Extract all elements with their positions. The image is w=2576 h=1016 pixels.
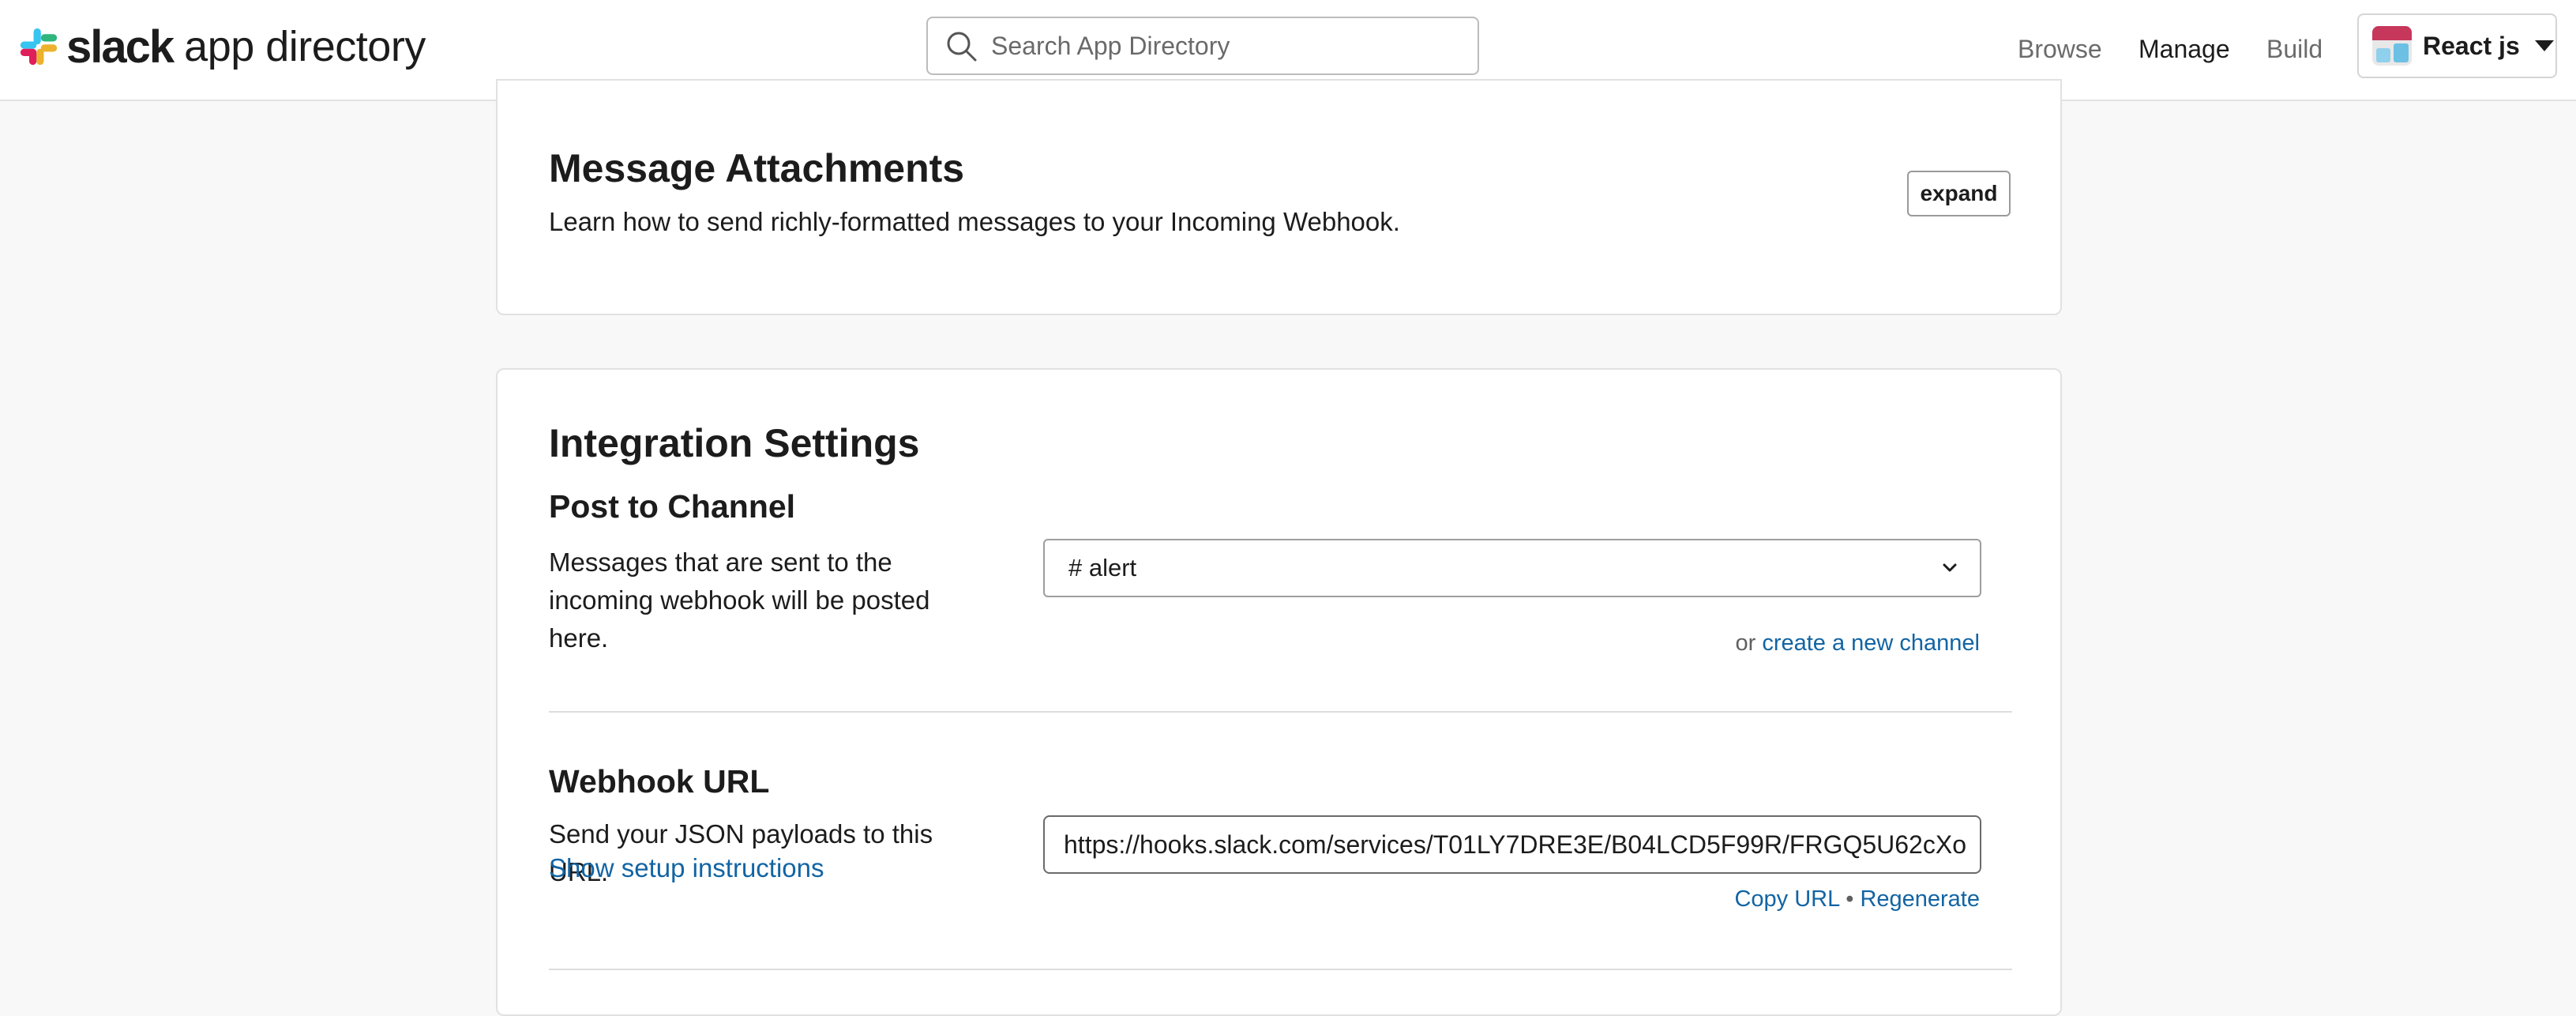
nav-build[interactable]: Build — [2266, 35, 2323, 64]
expand-button[interactable]: expand — [1907, 171, 2011, 216]
copy-url-link[interactable]: Copy URL — [1734, 886, 1839, 912]
slack-logo-icon — [20, 28, 58, 66]
integration-settings-card: Integration Settings Post to Channel Mes… — [496, 368, 2062, 1016]
post-to-channel-heading: Post to Channel — [549, 488, 796, 525]
bullet-separator: • — [1846, 886, 1854, 912]
webhook-url-field[interactable]: https://hooks.slack.com/services/T01LY7D… — [1043, 815, 1981, 874]
search-box[interactable] — [926, 17, 1479, 75]
slack-app-directory-logo[interactable]: slack app directory — [19, 21, 426, 73]
section-divider — [549, 711, 2012, 713]
section-divider — [549, 969, 2012, 970]
search-icon — [947, 32, 977, 62]
webhook-url-actions: Copy URL • Regenerate — [1734, 886, 1980, 913]
post-to-channel-description: Messages that are sent to the incoming w… — [549, 548, 930, 653]
brand-wordmark: slack — [66, 21, 175, 73]
show-setup-instructions-link[interactable]: Show setup instructions — [549, 853, 824, 883]
create-channel-helper: or create a new channel — [1735, 630, 1980, 657]
nav-browse[interactable]: Browse — [2018, 35, 2102, 64]
section-description: Learn how to send richly-formatted messa… — [549, 207, 1400, 236]
create-new-channel-link[interactable]: create a new channel — [1762, 630, 1980, 656]
page-title: Integration Settings — [549, 421, 920, 465]
regenerate-link[interactable]: Regenerate — [1860, 886, 1980, 912]
workspace-icon — [2372, 26, 2412, 66]
helper-prefix: or — [1735, 630, 1756, 656]
chevron-down-icon — [1943, 563, 1957, 572]
caret-down-icon — [2534, 40, 2554, 51]
workspace-name: React js — [2423, 31, 2520, 60]
channel-select[interactable]: # alert — [1043, 539, 1981, 597]
webhook-url-heading: Webhook URL — [549, 763, 770, 800]
section-heading: Message Attachments — [549, 146, 965, 190]
webhook-url-value[interactable]: https://hooks.slack.com/services/T01LY7D… — [1064, 830, 1966, 860]
brand-subtitle: app directory — [184, 23, 426, 70]
search-input[interactable] — [991, 31, 1465, 61]
selected-channel: # alert — [1068, 554, 1137, 581]
workspace-switcher[interactable]: React js — [2357, 13, 2557, 78]
nav-manage[interactable]: Manage — [2139, 35, 2230, 64]
message-attachments-card: Message Attachments Learn how to send ri… — [496, 79, 2062, 315]
